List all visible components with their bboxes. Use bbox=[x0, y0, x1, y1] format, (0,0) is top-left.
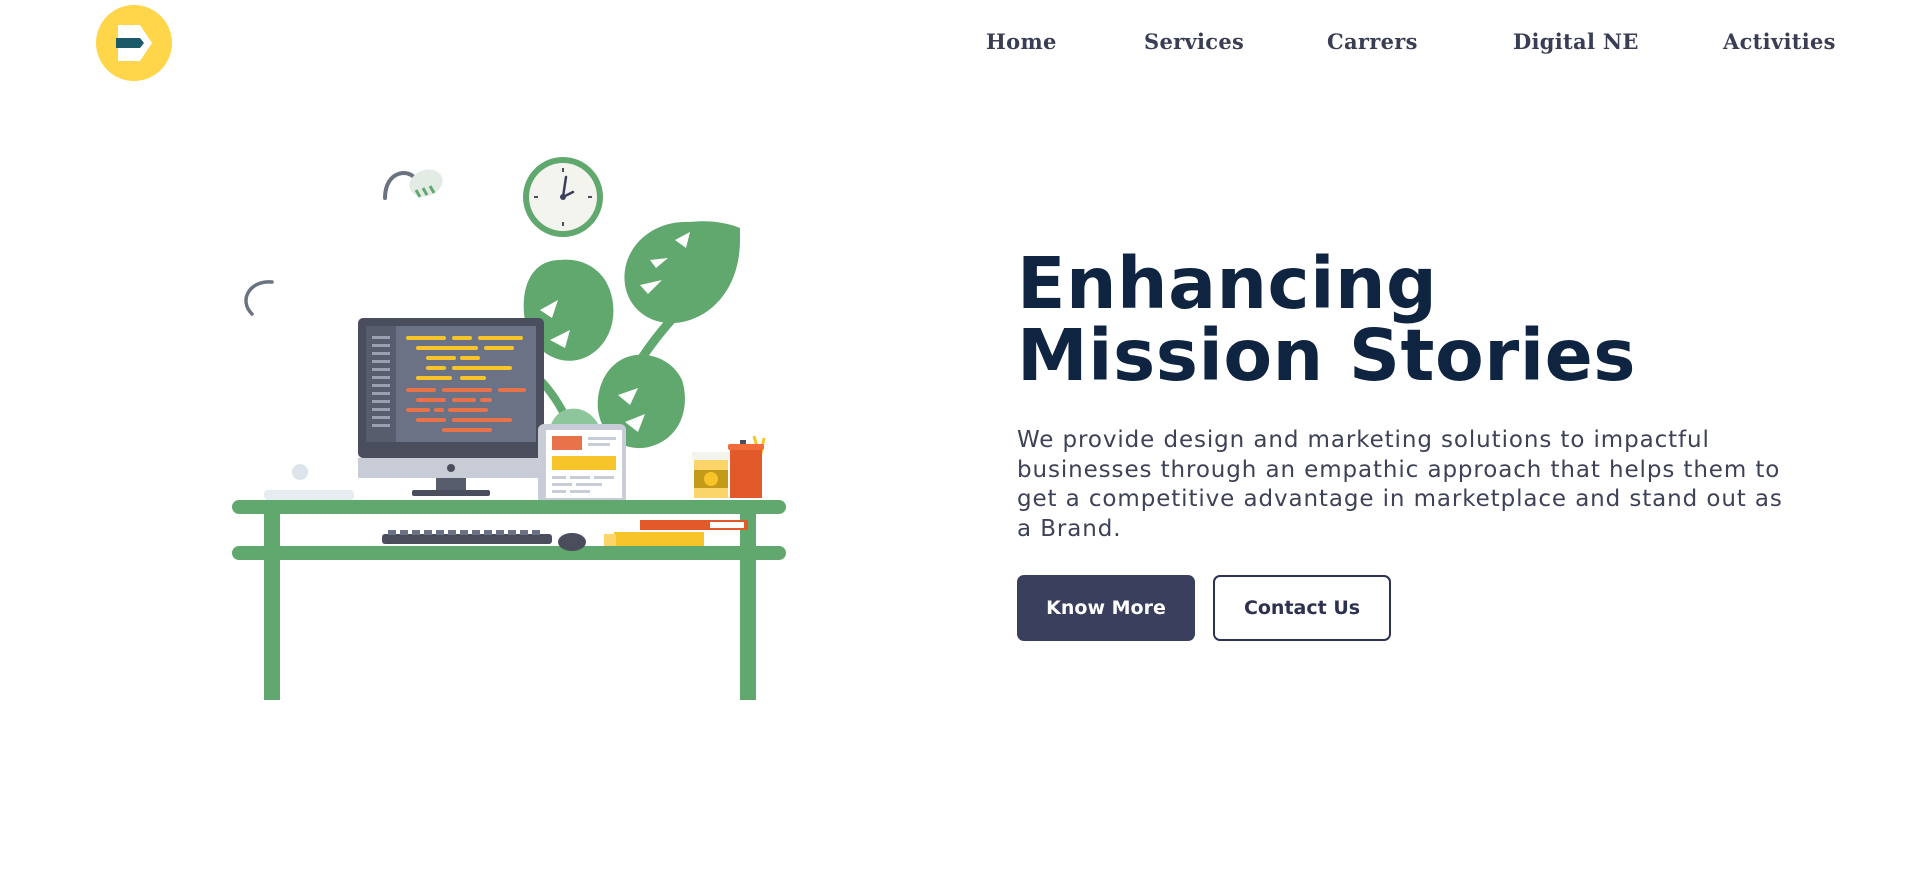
nav-item-home[interactable]: Home bbox=[986, 29, 1057, 54]
nav-item-activities[interactable]: Activities bbox=[1723, 29, 1836, 54]
mouse-icon bbox=[558, 533, 586, 551]
nav-item-carrers[interactable]: Carrers bbox=[1327, 29, 1418, 54]
logo-d-arrow-icon bbox=[116, 25, 152, 61]
wall-clock-icon bbox=[523, 157, 603, 237]
hero-buttons: Know More Contact Us bbox=[1017, 575, 1797, 641]
monitor-illustration bbox=[358, 318, 544, 496]
nav-item-digital-ne[interactable]: Digital NE bbox=[1513, 29, 1639, 54]
contact-us-button[interactable]: Contact Us bbox=[1213, 575, 1391, 641]
hero-title: Enhancing Mission Stories bbox=[1017, 248, 1797, 392]
books-illustration bbox=[604, 520, 748, 546]
nav-item-services[interactable]: Services bbox=[1144, 29, 1244, 54]
hero-title-line-1: Enhancing bbox=[1017, 242, 1438, 325]
hero-description: We provide design and marketing solution… bbox=[1017, 427, 1783, 542]
wall-hook-icon bbox=[244, 280, 274, 316]
hero-title-line-2: Mission Stories bbox=[1017, 314, 1637, 397]
workspace-desk-illustration bbox=[220, 140, 840, 700]
tablet-illustration bbox=[538, 424, 626, 504]
ball-icon bbox=[292, 464, 308, 480]
wall-lamp-shade-icon bbox=[409, 169, 443, 198]
pen-holder-illustration bbox=[728, 435, 766, 498]
coffee-cup-illustration bbox=[692, 452, 730, 498]
logo[interactable] bbox=[96, 5, 172, 81]
hero-section: Enhancing Mission Stories We provide des… bbox=[1017, 248, 1797, 641]
know-more-button[interactable]: Know More bbox=[1017, 575, 1195, 641]
